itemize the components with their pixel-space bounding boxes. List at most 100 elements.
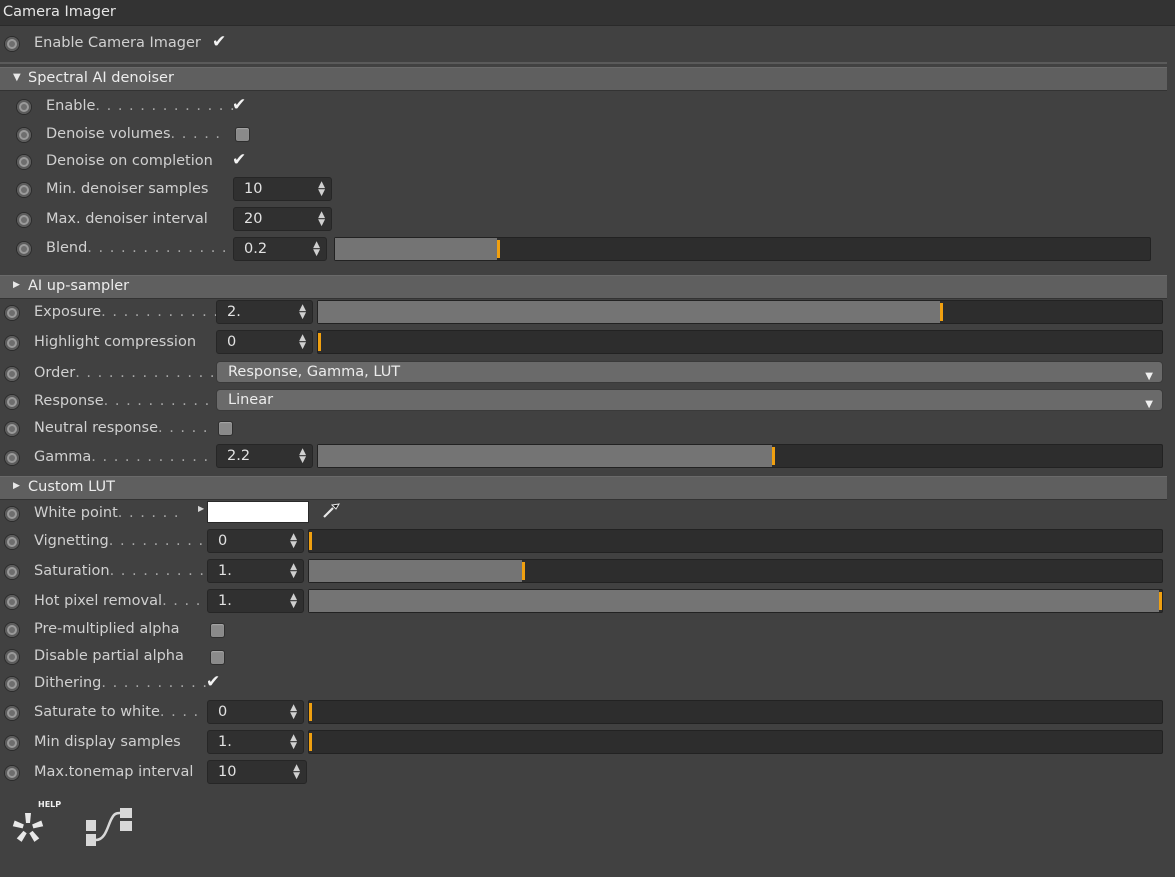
animate-radio[interactable]	[4, 735, 20, 751]
blend-slider[interactable]	[334, 237, 1151, 261]
vignetting-slider[interactable]	[308, 529, 1163, 553]
exposure-slider[interactable]	[317, 300, 1163, 324]
animate-radio[interactable]	[4, 534, 20, 550]
animate-radio[interactable]	[4, 705, 20, 721]
spinner-icon[interactable]: ▲ ▼	[290, 563, 297, 580]
saturation-input[interactable]: 1. ▲ ▼	[207, 559, 304, 583]
premultiplied-checkbox[interactable]	[210, 623, 225, 638]
animate-radio[interactable]	[4, 450, 20, 466]
slider-handle[interactable]	[309, 733, 312, 751]
animate-radio[interactable]	[4, 335, 20, 351]
spinner-icon[interactable]: ▲ ▼	[293, 764, 300, 781]
help-button[interactable]: HELP	[8, 800, 72, 850]
min-samples-input[interactable]: 10 ▲ ▼	[233, 177, 332, 201]
slider-handle[interactable]	[309, 532, 312, 550]
denoise-volumes-checkbox[interactable]	[235, 127, 250, 142]
saturate-white-input[interactable]: 0 ▲ ▼	[207, 700, 304, 724]
animate-radio[interactable]	[4, 594, 20, 610]
animate-radio[interactable]	[4, 564, 20, 580]
max-interval-input[interactable]: 20 ▲ ▼	[233, 207, 332, 231]
section-lut-label: Custom LUT	[28, 479, 115, 495]
animate-radio[interactable]	[4, 676, 20, 692]
spinner-icon[interactable]: ▲ ▼	[299, 304, 306, 321]
min-display-input[interactable]: 1. ▲ ▼	[207, 730, 304, 754]
spinner-icon[interactable]: ▲ ▼	[313, 241, 320, 258]
section-lut[interactable]: ▶ Custom LUT	[0, 476, 1167, 500]
spinner-icon[interactable]: ▲ ▼	[299, 448, 306, 465]
min-samples-label: Min. denoiser samples	[46, 181, 209, 197]
divider	[0, 62, 1167, 64]
spinner-icon[interactable]: ▲ ▼	[290, 593, 297, 610]
slider-handle[interactable]	[1159, 592, 1162, 610]
animate-radio[interactable]	[4, 622, 20, 638]
slider-handle[interactable]	[309, 703, 312, 721]
order-dropdown[interactable]: Response, Gamma, LUT ▼	[216, 361, 1163, 383]
animate-radio[interactable]	[4, 506, 20, 522]
enable-denoiser-checkbox[interactable]: ✔	[232, 97, 248, 114]
spinner-icon[interactable]: ▲ ▼	[290, 533, 297, 550]
animate-radio[interactable]	[4, 305, 20, 321]
spinner-icon[interactable]: ▲ ▼	[318, 181, 325, 198]
animate-radio[interactable]	[4, 366, 20, 382]
highlight-slider[interactable]	[317, 330, 1163, 354]
white-point-swatch[interactable]	[207, 501, 309, 523]
slider-handle[interactable]	[497, 240, 500, 258]
highlight-label: Highlight compression	[34, 334, 197, 350]
vignetting-input[interactable]: 0 ▲ ▼	[207, 529, 304, 553]
enable-imager-checkbox[interactable]: ✔	[212, 34, 228, 51]
enable-imager-label: Enable Camera Imager	[34, 35, 201, 51]
max-tonemap-input[interactable]: 10 ▲ ▼	[207, 760, 307, 784]
blend-input[interactable]: 0.2 ▲ ▼	[233, 237, 327, 261]
animate-radio[interactable]	[4, 36, 20, 52]
gamma-slider[interactable]	[317, 444, 1163, 468]
animate-radio[interactable]	[16, 99, 32, 115]
gamma-input[interactable]: 2.2 ▲ ▼	[216, 444, 313, 468]
hot-pixel-label: Hot pixel removal. . . .	[34, 593, 202, 609]
animate-radio[interactable]	[16, 241, 32, 257]
slider-fill	[309, 560, 522, 582]
highlight-input[interactable]: 0 ▲ ▼	[216, 330, 313, 354]
section-upsampler[interactable]: ▶ AI up-sampler	[0, 275, 1167, 299]
animate-radio[interactable]	[16, 212, 32, 228]
spinner-icon[interactable]: ▲ ▼	[290, 734, 297, 751]
slider-handle[interactable]	[772, 447, 775, 465]
section-denoiser-label: Spectral AI denoiser	[28, 70, 174, 86]
white-point-label: White point. . . . . .	[34, 505, 180, 521]
animate-radio[interactable]	[16, 127, 32, 143]
slider-handle[interactable]	[522, 562, 525, 580]
chevron-down-icon: ▼	[1145, 399, 1153, 410]
hot-pixel-input[interactable]: 1. ▲ ▼	[207, 589, 304, 613]
saturate-white-label: Saturate to white. . . .	[34, 704, 200, 720]
expand-right-icon[interactable]: ▶	[198, 504, 204, 513]
animate-radio[interactable]	[4, 649, 20, 665]
spinner-icon[interactable]: ▲ ▼	[299, 334, 306, 351]
exposure-input[interactable]: 2. ▲ ▼	[216, 300, 313, 324]
animate-radio[interactable]	[4, 394, 20, 410]
denoise-completion-checkbox[interactable]: ✔	[232, 152, 248, 169]
response-label: Response. . . . . . . . . . .	[34, 393, 222, 409]
slider-fill	[318, 301, 940, 323]
eyedropper-icon[interactable]	[320, 499, 342, 521]
saturate-white-slider[interactable]	[308, 700, 1163, 724]
slider-handle[interactable]	[940, 303, 943, 321]
node-editor-button[interactable]	[84, 804, 134, 850]
spinner-icon[interactable]: ▲ ▼	[290, 704, 297, 721]
animate-radio[interactable]	[4, 765, 20, 781]
enable-denoiser-label: Enable. . . . . . . . . . . . .	[46, 98, 236, 114]
animate-radio[interactable]	[16, 154, 32, 170]
section-denoiser[interactable]: ▼ Spectral AI denoiser	[0, 67, 1167, 91]
slider-handle[interactable]	[318, 333, 321, 351]
min-display-slider[interactable]	[308, 730, 1163, 754]
hot-pixel-slider[interactable]	[308, 589, 1163, 613]
saturation-slider[interactable]	[308, 559, 1163, 583]
disable-partial-checkbox[interactable]	[210, 650, 225, 665]
denoise-volumes-label: Denoise volumes. . . . .	[46, 126, 222, 142]
dithering-checkbox[interactable]: ✔	[206, 674, 222, 691]
neutral-response-checkbox[interactable]	[218, 421, 233, 436]
animate-radio[interactable]	[16, 182, 32, 198]
animate-radio[interactable]	[4, 421, 20, 437]
max-tonemap-label: Max.tonemap interval	[34, 764, 194, 780]
response-dropdown[interactable]: Linear ▼	[216, 389, 1163, 411]
max-interval-label: Max. denoiser interval	[46, 211, 208, 227]
spinner-icon[interactable]: ▲ ▼	[318, 211, 325, 228]
